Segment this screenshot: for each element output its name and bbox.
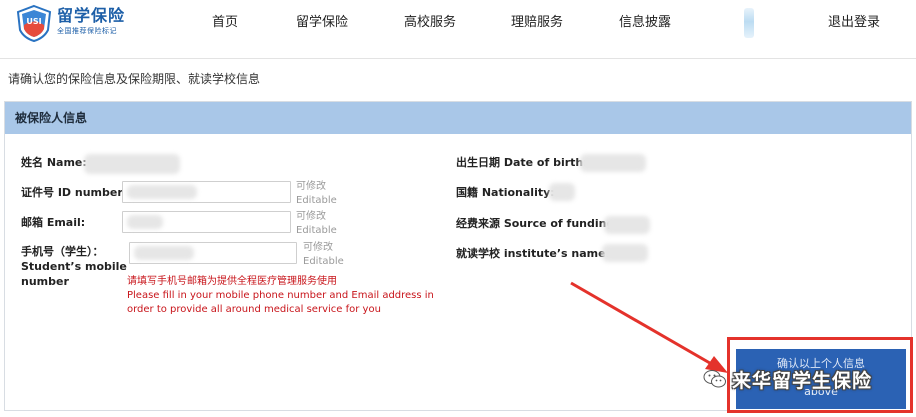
logout-link[interactable]: 退出登录: [828, 14, 880, 32]
nav-university-service[interactable]: 高校服务: [404, 14, 456, 32]
contact-notice-en: Please fill in your mobile phone number …: [127, 290, 434, 315]
nationality-value-redacted: [549, 183, 575, 201]
contact-notice: 请填写手机号邮箱为提供全程医疗管理服务使用 Please fill in you…: [127, 275, 447, 317]
phone-label-cn: 手机号（学生）：: [21, 245, 104, 258]
brand-badge-text: USI: [26, 17, 41, 26]
header-divider: [0, 58, 916, 59]
nav-study-insurance[interactable]: 留学保险: [296, 14, 348, 32]
name-label: 姓名 Name:: [21, 156, 87, 169]
nationality-label: 国籍 Nationality:: [456, 186, 555, 199]
brand-shield-icon[interactable]: USI: [14, 4, 54, 42]
nav-claims-service[interactable]: 理赔服务: [511, 14, 563, 32]
watermark-text: 来华留学生保险: [732, 369, 873, 392]
panel-title: 被保险人信息: [15, 111, 88, 125]
institute-value-redacted: [602, 244, 648, 262]
birth-date-label: 出生日期 Date of birth:: [456, 156, 588, 169]
page: USI 留学保险 全国推荐保险标记 首页 留学保险 高校服务 理赔服务 信息披露…: [0, 0, 916, 417]
watermark: 来华留学生保险: [702, 362, 872, 396]
id-number-input[interactable]: [122, 181, 291, 203]
id-editable-hint-cn: 可修改: [296, 181, 326, 192]
id-number-value-redacted: [127, 185, 197, 199]
email-value-redacted: [127, 215, 163, 229]
email-editable-hint-en: Editable: [296, 225, 337, 236]
funding-source-value-redacted: [604, 216, 650, 234]
email-label: 邮箱 Email:: [21, 216, 86, 229]
phone-label-en-2: number: [21, 275, 69, 288]
top-navbar: USI 留学保险 全国推荐保险标记 首页 留学保险 高校服务 理赔服务 信息披露…: [0, 0, 916, 46]
intro-text: 请确认您的保险信息及保险期限、就读学校信息: [8, 72, 261, 86]
wechat-icon: [703, 370, 726, 388]
id-number-label: 证件号 ID number:: [21, 186, 128, 199]
brand-title: 留学保险: [57, 6, 126, 25]
birth-date-value-redacted: [580, 154, 646, 172]
nav-home[interactable]: 首页: [212, 14, 238, 32]
funding-source-label: 经费来源 Source of funding:: [456, 217, 619, 230]
phone-editable-hint-cn: 可修改: [303, 242, 333, 253]
id-editable-hint-en: Editable: [296, 195, 337, 206]
brand[interactable]: 留学保险 全国推荐保险标记: [57, 6, 125, 36]
institute-label: 就读学校 institute’s name:: [456, 247, 610, 260]
phone-editable-hint-en: Editable: [303, 256, 344, 267]
contact-notice-cn: 请填写手机号邮箱为提供全程医疗管理服务使用: [127, 276, 337, 287]
phone-value-redacted: [134, 246, 194, 260]
email-input[interactable]: [122, 211, 291, 233]
name-value-redacted: [84, 154, 180, 174]
avatar[interactable]: [744, 8, 754, 38]
brand-subtitle: 全国推荐保险标记: [57, 27, 117, 35]
phone-input[interactable]: [129, 242, 297, 264]
phone-label-en-1: Student’s mobile: [21, 260, 127, 273]
email-editable-hint-cn: 可修改: [296, 211, 326, 222]
nav-disclosure[interactable]: 信息披露: [619, 14, 671, 32]
panel-header: 被保险人信息: [5, 102, 911, 134]
